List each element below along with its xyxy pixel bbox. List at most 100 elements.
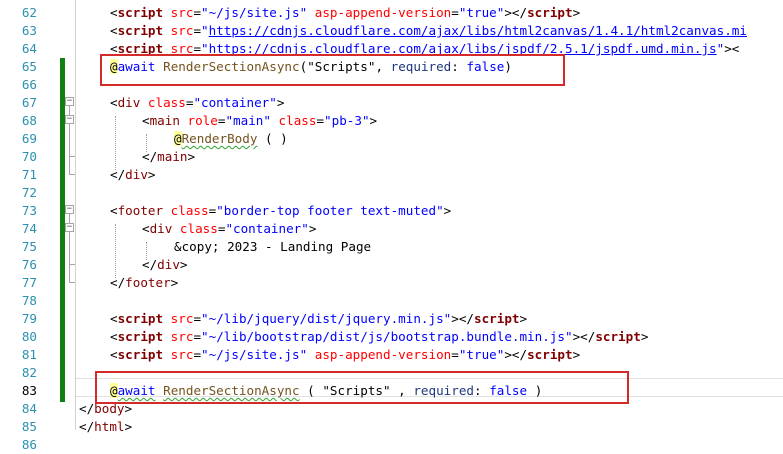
code-token: "border-top footer text-muted" (216, 203, 444, 218)
code-token: "container" (193, 95, 277, 110)
minus-icon: − (66, 96, 73, 106)
code-token: </ (110, 167, 126, 182)
code-token: div (117, 95, 141, 110)
code-token: = (451, 347, 459, 362)
code-line[interactable]: 76 </div> (0, 256, 783, 274)
code-line[interactable]: 81 <script src="~/js/site.js" asp-append-… (0, 346, 783, 364)
code-token: = (193, 329, 202, 344)
line-number: 62 (21, 5, 37, 20)
line-number: 76 (21, 257, 37, 272)
indent-guide (146, 134, 147, 152)
code-token: "~/js/site.js" (201, 347, 308, 362)
code-text[interactable]: <script src="~/js/site.js" asp-append-ve… (110, 4, 580, 22)
code-token: script (595, 329, 641, 344)
code-editor[interactable]: 62 <script src="~/js/site.js" asp-append-… (0, 0, 783, 454)
code-line[interactable]: 74 <div class="container"> (0, 220, 783, 238)
code-token: script (117, 23, 164, 38)
line-number: 67 (21, 95, 37, 110)
line-number: 64 (21, 41, 37, 56)
line-number: 81 (21, 347, 37, 362)
line-number: 79 (21, 311, 37, 326)
code-token: https://cdnjs.cloudflare.com/ajax/libs/h… (208, 23, 747, 38)
code-token: "~/lib/jquery/dist/jquery.min.js" (201, 311, 452, 326)
code-token: ( ) (257, 131, 288, 146)
minus-icon: − (66, 114, 73, 124)
code-text[interactable]: <div class="container"> (110, 94, 284, 112)
code-line[interactable]: 77 </footer> (0, 274, 783, 292)
code-token: > (308, 221, 317, 236)
code-line[interactable]: 70 </main> (0, 148, 783, 166)
code-token: "~/lib/bootstrap/dist/js/bootstrap.bundl… (201, 329, 573, 344)
line-number: 80 (21, 329, 37, 344)
code-token: asp-append-version (307, 347, 452, 362)
code-token: div (157, 257, 180, 272)
code-line[interactable]: 62 <script src="~/js/site.js" asp-append-… (0, 4, 783, 22)
code-text[interactable]: <main role="main" class="pb-3"> (142, 112, 377, 130)
code-token: script (474, 311, 520, 326)
code-line[interactable]: 86 (0, 436, 783, 454)
code-text[interactable]: <script src="~/lib/jquery/dist/jquery.mi… (110, 310, 527, 328)
code-token: ></ (504, 347, 528, 362)
line-number: 73 (21, 203, 37, 218)
fold-toggle-container[interactable]: − (65, 223, 74, 232)
code-token: class (172, 221, 218, 236)
code-line[interactable]: 80 <script src="~/lib/bootstrap/dist/js/b… (0, 328, 783, 346)
code-token: script (117, 329, 164, 344)
code-token: < (110, 311, 118, 326)
code-token: footer (117, 203, 164, 218)
code-line[interactable]: 85 </html> (0, 418, 783, 436)
code-token: src (163, 329, 194, 344)
code-token: < (110, 329, 118, 344)
code-text[interactable]: </html> (79, 418, 132, 436)
code-token: = (451, 5, 459, 20)
code-token: script (527, 5, 573, 20)
line-number: 86 (21, 437, 37, 452)
code-text[interactable]: @RenderBody ( ) (174, 130, 288, 148)
code-text[interactable]: </div> (142, 256, 188, 274)
fold-toggle-div[interactable]: − (65, 97, 74, 106)
code-token: < (110, 95, 118, 110)
highlight-box-line-65 (100, 54, 565, 86)
code-token: >< (724, 41, 740, 56)
line-number: 85 (21, 419, 37, 434)
code-text[interactable]: <script src="~/lib/bootstrap/dist/js/boo… (110, 328, 648, 346)
code-line[interactable]: 68 <main role="main" class="pb-3"> (0, 112, 783, 130)
code-text[interactable]: <footer class="border-top footer text-mu… (110, 202, 451, 220)
code-text[interactable]: </main> (142, 148, 195, 166)
line-number: 77 (21, 275, 37, 290)
code-line[interactable]: 72 (0, 184, 783, 202)
code-token: = (193, 23, 202, 38)
code-line[interactable]: 69 @RenderBody ( ) (0, 130, 783, 148)
code-text[interactable]: <script src="https://cdnjs.cloudflare.co… (110, 22, 747, 40)
code-token: html (94, 419, 125, 434)
code-line[interactable]: 67 <div class="container"> (0, 94, 783, 112)
code-token: > (519, 311, 528, 326)
code-token: script (117, 311, 164, 326)
code-line[interactable]: 78 (0, 292, 783, 310)
code-token: div (125, 167, 148, 182)
line-number: 68 (21, 113, 37, 128)
code-text[interactable]: <script src="~/js/site.js" asp-append-ve… (110, 346, 580, 364)
fold-toggle-footer[interactable]: − (65, 205, 74, 214)
code-token: </ (79, 401, 95, 416)
code-line[interactable]: 63 <script src="https://cdnjs.cloudflare.… (0, 22, 783, 40)
code-token: < (110, 347, 118, 362)
code-text[interactable]: &copy; 2023 - Landing Page (174, 238, 371, 256)
code-line[interactable]: 79 <script src="~/lib/jquery/dist/jquery.… (0, 310, 783, 328)
code-token: > (369, 113, 378, 128)
code-line[interactable]: 75 &copy; 2023 - Landing Page (0, 238, 783, 256)
fold-toggle-main[interactable]: − (65, 115, 74, 124)
code-text[interactable]: </footer> (110, 274, 178, 292)
code-line[interactable]: 73 <footer class="border-top footer text-… (0, 202, 783, 220)
code-token: ></ (504, 5, 528, 20)
code-token: > (572, 347, 581, 362)
code-token: "container" (225, 221, 309, 236)
code-token: " (201, 23, 209, 38)
code-text[interactable]: <div class="container"> (142, 220, 316, 238)
code-token: class (270, 113, 317, 128)
code-token: > (572, 5, 581, 20)
code-line[interactable]: 71 </div> (0, 166, 783, 184)
indent-guide (146, 242, 147, 260)
code-token: > (147, 167, 156, 182)
code-text[interactable]: </div> (110, 166, 156, 184)
